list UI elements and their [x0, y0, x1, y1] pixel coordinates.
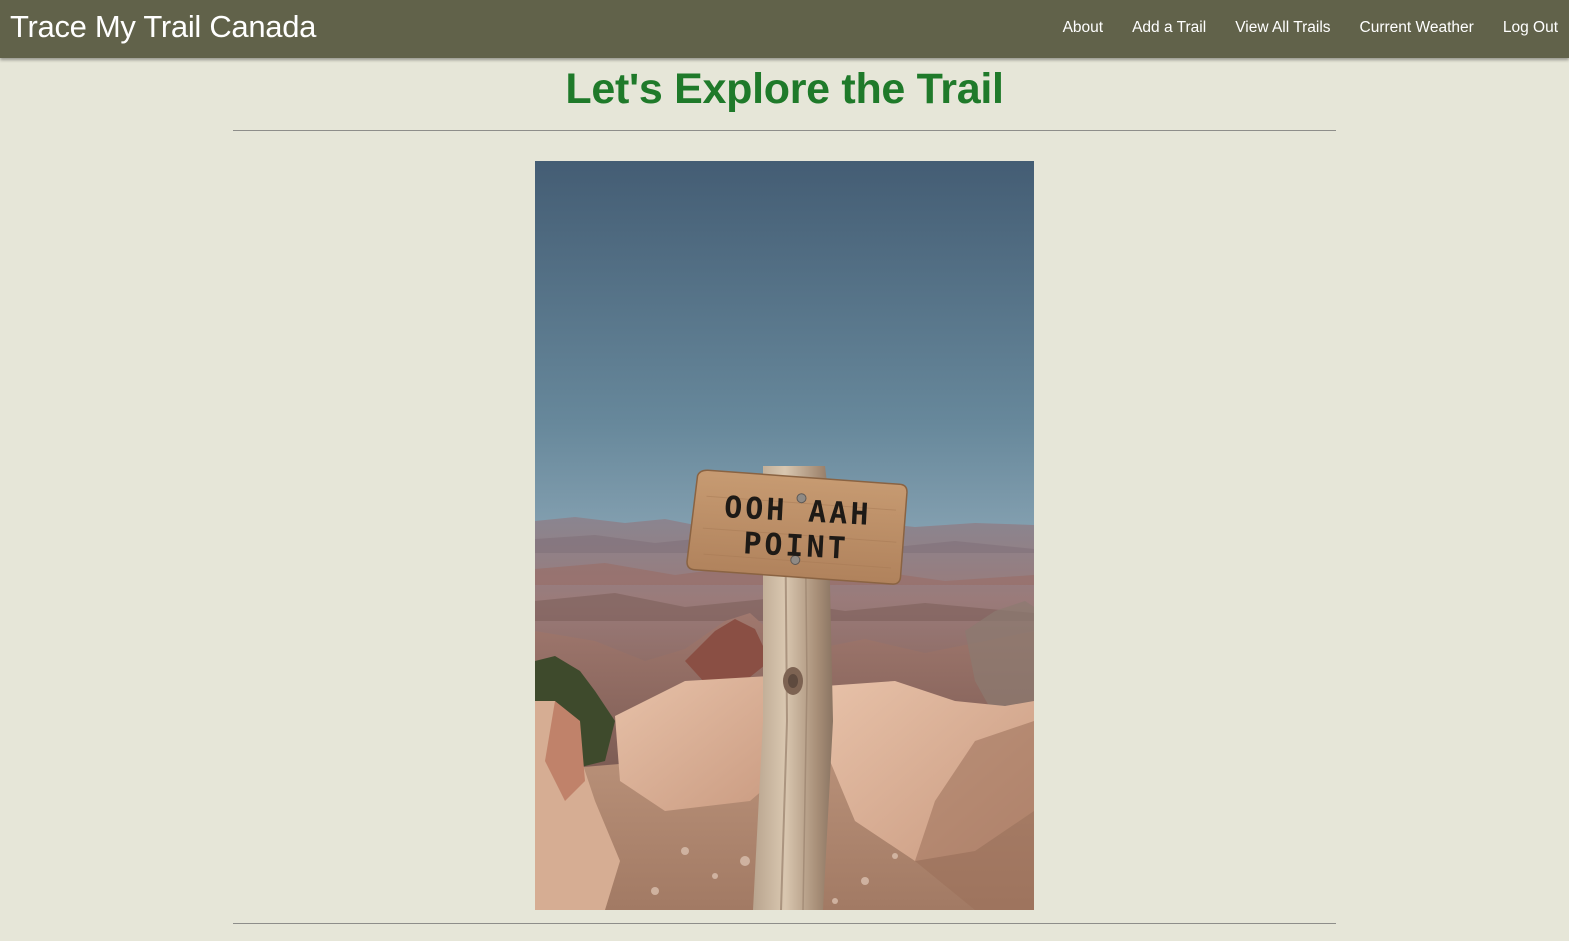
- nav-links: About Add a Trail View All Trails Curren…: [1063, 18, 1558, 38]
- top-navbar: Trace My Trail Canada About Add a Trail …: [0, 0, 1569, 58]
- sign-line-2: POINT: [742, 526, 849, 566]
- page-title: Let's Explore the Trail: [565, 65, 1004, 113]
- nav-link-view-all-trails[interactable]: View All Trails: [1235, 18, 1330, 38]
- nav-link-add-trail[interactable]: Add a Trail: [1132, 18, 1206, 38]
- brand-link[interactable]: Trace My Trail Canada: [10, 9, 316, 45]
- nav-link-current-weather[interactable]: Current Weather: [1360, 18, 1474, 38]
- trail-sign-photo: OOH AAH POINT: [535, 161, 1034, 910]
- bottom-divider: [233, 923, 1336, 924]
- top-divider: [233, 130, 1336, 131]
- nav-link-about[interactable]: About: [1063, 18, 1104, 38]
- nav-link-log-out[interactable]: Log Out: [1503, 18, 1558, 38]
